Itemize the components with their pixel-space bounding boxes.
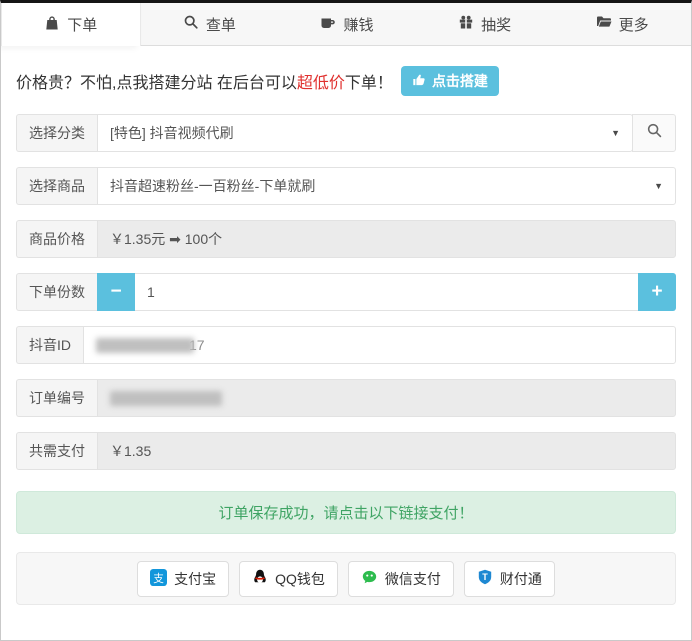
chevron-down-icon: ▼ bbox=[611, 128, 620, 138]
build-site-button[interactable]: 点击搭建 bbox=[401, 66, 499, 96]
chevron-down-icon: ▼ bbox=[654, 181, 663, 191]
douyin-id-label: 抖音ID bbox=[16, 326, 83, 364]
category-value: [特色] 抖音视频代刷 bbox=[110, 123, 234, 143]
quantity-increase-button[interactable]: + bbox=[638, 273, 676, 311]
total-value-field: ￥1.35 bbox=[97, 432, 676, 470]
category-row: 选择分类 [特色] 抖音视频代刷 ▼ bbox=[16, 114, 676, 152]
tab-label: 更多 bbox=[619, 14, 649, 35]
top-tab-bar: 下单 查单 赚钱 抽奖 更多 bbox=[1, 3, 691, 46]
tenpay-button[interactable]: T 财付通 bbox=[464, 561, 555, 597]
alipay-icon: 支 bbox=[150, 569, 167, 589]
tenpay-shield-icon: T bbox=[477, 569, 493, 588]
notice-highlight: 超低价 bbox=[297, 75, 345, 92]
thumbs-up-icon bbox=[412, 73, 426, 90]
price-value: ￥1.35元 ➡ 100个 bbox=[110, 229, 222, 249]
qq-wallet-button[interactable]: QQ钱包 bbox=[239, 561, 338, 597]
tab-label: 查单 bbox=[206, 14, 236, 35]
price-value-field: ￥1.35元 ➡ 100个 bbox=[97, 220, 676, 258]
wechat-pay-button[interactable]: 微信支付 bbox=[348, 561, 454, 597]
total-value: ￥1.35 bbox=[110, 441, 151, 461]
redacted-value bbox=[96, 338, 194, 353]
tab-lottery[interactable]: 抽奖 bbox=[416, 3, 554, 45]
product-row: 选择商品 抖音超速粉丝-一百粉丝-下单就刷 ▼ bbox=[16, 167, 676, 205]
quantity-decrease-button[interactable]: − bbox=[97, 273, 135, 311]
main-content: 价格贵？不怕,点我搭建分站 在后台可以超低价下单！ 点击搭建 选择分类 [特色]… bbox=[1, 46, 691, 605]
folder-open-icon bbox=[596, 14, 612, 34]
svg-text:支: 支 bbox=[153, 572, 164, 584]
tab-label: 下单 bbox=[67, 14, 97, 35]
product-select[interactable]: 抖音超速粉丝-一百粉丝-下单就刷 ▼ bbox=[97, 167, 676, 205]
notice-text: 价格贵？不怕,点我搭建分站 在后台可以超低价下单！ bbox=[16, 69, 393, 93]
douyin-id-row: 抖音ID 17 bbox=[16, 326, 676, 364]
mug-icon bbox=[320, 14, 336, 34]
quantity-input[interactable] bbox=[135, 273, 638, 311]
gift-icon bbox=[458, 14, 474, 34]
price-label: 商品价格 bbox=[16, 220, 97, 258]
app-window: 下单 查单 赚钱 抽奖 更多 价格贵？不怕,点我搭建分站 在后台可以超低价下单！… bbox=[0, 0, 692, 641]
quantity-label: 下单份数 bbox=[16, 273, 97, 311]
search-icon bbox=[646, 122, 663, 144]
tab-more[interactable]: 更多 bbox=[553, 3, 691, 45]
order-number-field bbox=[97, 379, 676, 417]
tab-check-order[interactable]: 查单 bbox=[141, 3, 279, 45]
redacted-value bbox=[110, 391, 222, 406]
tab-place-order[interactable]: 下单 bbox=[1, 3, 141, 46]
tab-label: 抽奖 bbox=[481, 14, 511, 35]
category-label: 选择分类 bbox=[16, 114, 97, 152]
payment-panel: 支 支付宝 QQ钱包 微信支付 T 财付通 bbox=[16, 552, 676, 605]
douyin-id-input[interactable]: 17 bbox=[83, 326, 676, 364]
search-icon bbox=[183, 14, 199, 34]
category-select[interactable]: [特色] 抖音视频代刷 ▼ bbox=[97, 114, 633, 152]
svg-text:T: T bbox=[482, 572, 488, 582]
search-button[interactable] bbox=[632, 114, 676, 152]
tab-earn-money[interactable]: 赚钱 bbox=[278, 3, 416, 45]
order-saved-alert: 订单保存成功，请点击以下链接支付！ bbox=[16, 491, 676, 534]
promo-notice: 价格贵？不怕,点我搭建分站 在后台可以超低价下单！ 点击搭建 bbox=[16, 46, 676, 114]
price-row: 商品价格 ￥1.35元 ➡ 100个 bbox=[16, 220, 676, 258]
order-number-row: 订单编号 bbox=[16, 379, 676, 417]
alert-message: 订单保存成功，请点击以下链接支付！ bbox=[218, 502, 473, 523]
wechat-pay-icon bbox=[361, 569, 378, 589]
quantity-row: 下单份数 − + bbox=[16, 273, 676, 311]
tab-label: 赚钱 bbox=[343, 14, 373, 35]
qq-wallet-icon bbox=[252, 569, 268, 588]
product-value: 抖音超速粉丝-一百粉丝-下单就刷 bbox=[110, 176, 315, 196]
product-label: 选择商品 bbox=[16, 167, 97, 205]
total-label: 共需支付 bbox=[16, 432, 97, 470]
order-number-label: 订单编号 bbox=[16, 379, 97, 417]
shopping-bag-icon bbox=[44, 15, 60, 35]
total-row: 共需支付 ￥1.35 bbox=[16, 432, 676, 470]
alipay-button[interactable]: 支 支付宝 bbox=[137, 561, 229, 597]
